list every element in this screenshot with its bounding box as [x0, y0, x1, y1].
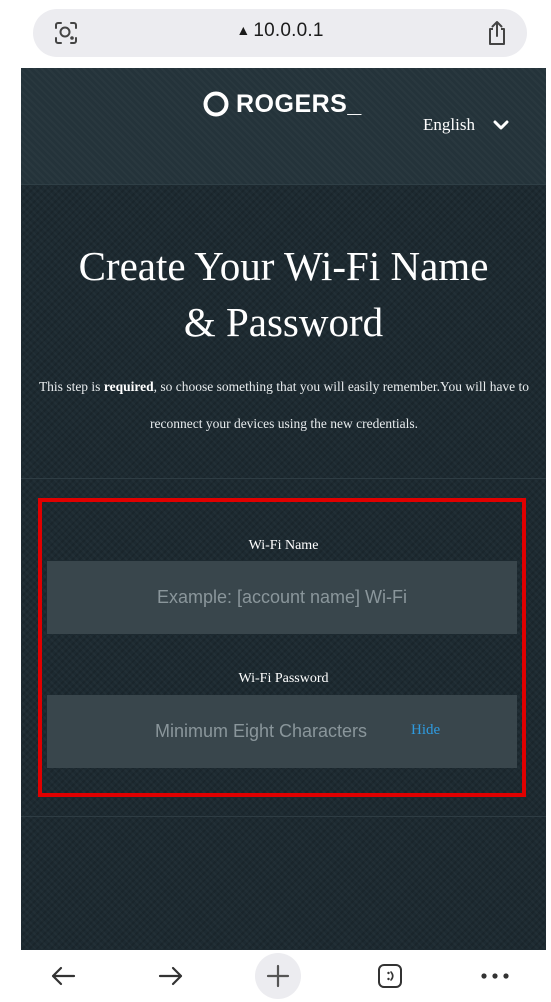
forward-arrow-icon — [158, 966, 183, 986]
chevron-down-icon — [493, 120, 509, 130]
wifi-name-input[interactable] — [47, 561, 517, 634]
new-tab-button[interactable] — [255, 953, 301, 999]
desc-post: , so choose something that you will easi… — [149, 379, 530, 431]
page-header: ROGERS_ English — [21, 68, 546, 185]
brand-name: ROGERS_ — [236, 89, 362, 118]
wifi-password-field: Hide — [47, 695, 517, 768]
back-button[interactable] — [43, 958, 83, 994]
section-divider-bottom — [21, 816, 546, 817]
tabs-icon — [378, 964, 402, 988]
browser-top-bar: ▲ 10.0.0.1 — [0, 0, 551, 68]
rogers-logo-icon — [203, 91, 229, 117]
wifi-password-input[interactable] — [47, 695, 427, 768]
language-value: English — [423, 115, 475, 134]
title-line-1: Create Your Wi-Fi Name — [78, 243, 489, 289]
page-title: Create Your Wi-Fi Name & Password — [21, 238, 546, 350]
not-secure-icon: ▲ — [236, 22, 251, 38]
tabs-button[interactable] — [372, 958, 408, 994]
back-arrow-icon — [51, 966, 76, 986]
desc-required: required — [103, 379, 154, 394]
address-bar[interactable]: ▲ 10.0.0.1 — [33, 9, 527, 57]
more-icon — [481, 973, 509, 979]
url-value: 10.0.0.1 — [253, 20, 324, 41]
wifi-name-label: Wi-Fi Name — [248, 538, 319, 553]
brand-logo[interactable]: ROGERS_ — [202, 88, 362, 120]
page-description: This step is required, so choose somethi… — [29, 368, 539, 442]
browser-toolbar — [0, 950, 551, 1002]
forward-button[interactable] — [151, 958, 191, 994]
wifi-password-label: Wi-Fi Password — [238, 671, 329, 686]
setup-page: ROGERS_ English Create Your Wi-Fi Name &… — [21, 68, 546, 950]
hide-password-link[interactable]: Hide — [411, 722, 440, 739]
url-text[interactable]: ▲ 10.0.0.1 — [33, 20, 527, 42]
share-icon[interactable] — [485, 19, 509, 47]
desc-pre: This step is — [38, 379, 104, 394]
title-line-2: & Password — [183, 299, 384, 345]
more-button[interactable] — [475, 958, 515, 994]
new-tab-plus-icon — [266, 964, 290, 988]
section-divider — [21, 478, 546, 479]
language-select[interactable]: English — [423, 110, 509, 140]
